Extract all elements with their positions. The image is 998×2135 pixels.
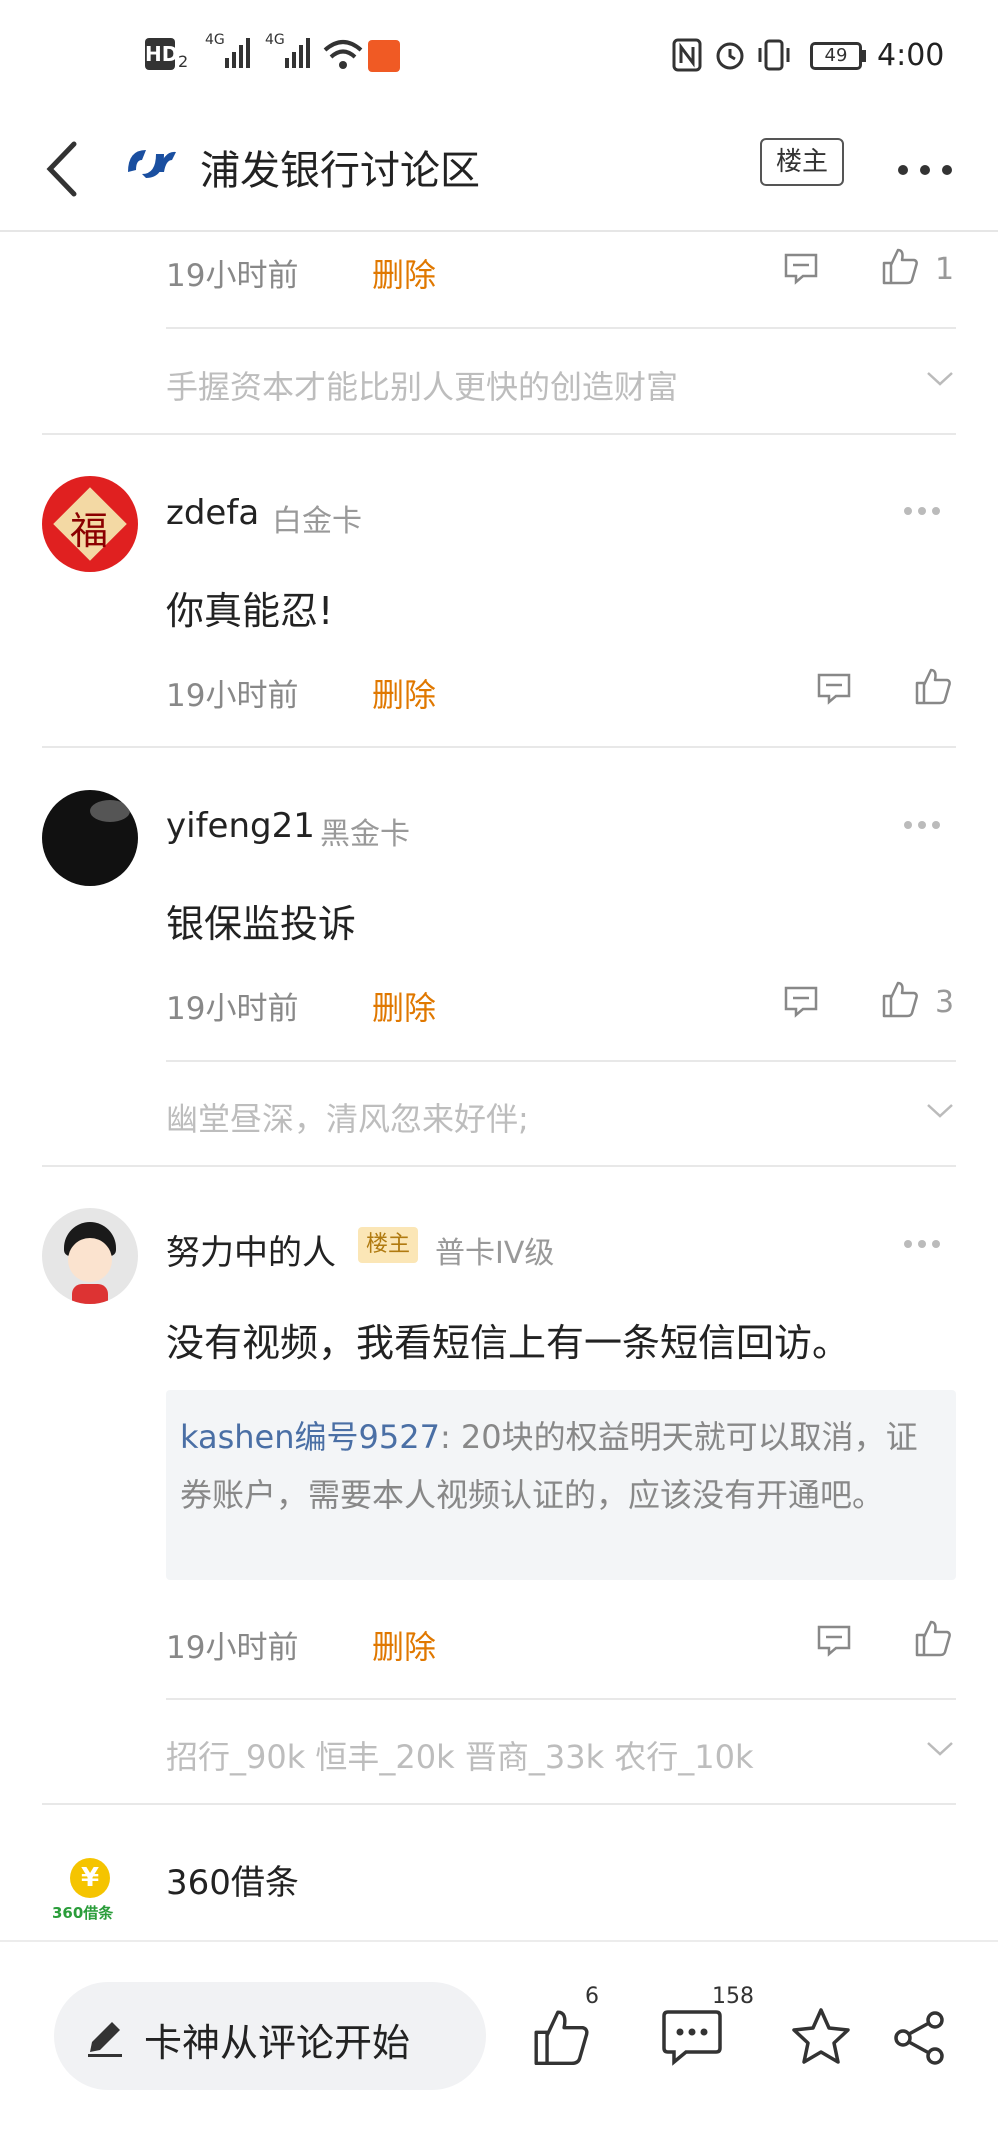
page-title: 浦发银行讨论区: [200, 148, 480, 194]
avatar-decoration: [90, 800, 130, 822]
divider: [166, 1698, 956, 1700]
avatar[interactable]: [42, 1208, 138, 1304]
comment-more-icon[interactable]: [902, 819, 942, 831]
comment-body: 银保监投诉: [166, 902, 357, 946]
comment-body: 你真能忍!: [166, 589, 334, 633]
wifi-icon: [322, 38, 364, 72]
username[interactable]: zdefa: [166, 493, 259, 533]
delete-button[interactable]: 删除: [372, 1622, 436, 1668]
delete-button[interactable]: 删除: [372, 250, 436, 296]
comment-body: 没有视频，我看短信上有一条短信回访。: [166, 1321, 851, 1365]
user-level-badge: 白金卡: [272, 504, 362, 539]
comment-more-icon[interactable]: [902, 505, 942, 517]
comment-time: 19小时前: [166, 991, 299, 1027]
yuan-icon: ¥: [70, 1858, 110, 1898]
user-signature: 招行_90k 恒丰_20k 晋商_33k 农行_10k: [166, 1738, 754, 1776]
avatar-face: [68, 1238, 112, 1282]
username[interactable]: yifeng21: [166, 806, 315, 846]
ad-title[interactable]: 360借条: [166, 1855, 299, 1904]
like-icon[interactable]: [913, 666, 953, 706]
share-icon[interactable]: [893, 2010, 947, 2066]
divider: [42, 433, 956, 435]
avatar-text: 福: [70, 509, 109, 553]
comment-icon[interactable]: [660, 2008, 724, 2068]
user-signature: 幽堂昼深，清风忽来好伴;: [166, 1100, 529, 1138]
quoted-username[interactable]: kashen编号9527: [180, 1418, 440, 1456]
comment-time: 19小时前: [166, 1630, 299, 1666]
username[interactable]: 努力中的人: [166, 1225, 336, 1274]
app-notification-icon: [368, 40, 400, 72]
avatar[interactable]: 福: [42, 476, 138, 572]
like-count: 3: [935, 985, 955, 1020]
nfc-icon: [672, 38, 702, 72]
owner-tag-badge: 楼主: [358, 1227, 419, 1263]
battery-icon: 49: [810, 42, 862, 70]
hd-icon: HD: [145, 38, 178, 70]
hd-sub: 2: [178, 52, 189, 71]
bottom-action-bar: 卡神从评论开始 6 158: [0, 1940, 998, 2135]
chevron-down-icon[interactable]: [925, 1740, 955, 1758]
user-level-badge: 普卡IV级: [435, 1236, 555, 1271]
comment-icon[interactable]: [816, 1624, 852, 1658]
chevron-down-icon[interactable]: [925, 370, 955, 388]
spdb-logo-icon: [124, 142, 178, 182]
divider: [42, 1165, 956, 1167]
like-count: 1: [935, 252, 955, 287]
ad-logo[interactable]: ¥ 360借条: [48, 1858, 132, 1930]
battery-tip: [862, 50, 866, 62]
alarm-icon: [713, 38, 747, 72]
comment-input[interactable]: 卡神从评论开始: [54, 1982, 486, 2090]
back-arrow-icon[interactable]: [40, 134, 90, 204]
divider: [166, 327, 956, 329]
avatar[interactable]: [42, 790, 138, 886]
pencil-icon: [82, 2014, 128, 2060]
delete-button[interactable]: 删除: [372, 670, 436, 716]
status-time: 4:00: [877, 38, 945, 73]
divider: [42, 1803, 956, 1805]
avatar-shirt: [72, 1284, 108, 1304]
signal-icon: 4G: [205, 32, 255, 72]
user-level-badge: 黑金卡: [320, 817, 410, 852]
status-bar: HD 2 4G 4G 49 4:00: [0, 0, 998, 110]
quoted-reply[interactable]: kashen编号9527: 20块的权益明天就可以取消，证券账户，需要本人视频认…: [166, 1390, 956, 1580]
like-icon[interactable]: [913, 1618, 953, 1658]
delete-button[interactable]: 删除: [372, 983, 436, 1029]
comment-time: 19小时前: [166, 678, 299, 714]
comment-count: 158: [712, 1984, 754, 2009]
top-navigation-bar: 浦发银行讨论区 楼主: [0, 110, 998, 232]
comment-more-icon[interactable]: [902, 1238, 942, 1250]
signal-icon-2: 4G: [265, 32, 315, 72]
comment-icon[interactable]: [783, 985, 819, 1019]
divider: [42, 746, 956, 748]
more-options-icon[interactable]: [895, 155, 955, 185]
user-signature: 手握资本才能比别人更快的创造财富: [166, 368, 679, 406]
like-icon[interactable]: [880, 979, 920, 1019]
like-icon[interactable]: [880, 246, 920, 286]
star-icon[interactable]: [790, 2006, 852, 2068]
comment-input-placeholder: 卡神从评论开始: [144, 2021, 411, 2065]
chevron-down-icon[interactable]: [925, 1102, 955, 1120]
owner-only-button[interactable]: 楼主: [760, 138, 844, 186]
like-icon[interactable]: [530, 2006, 592, 2068]
like-count: 6: [585, 1984, 599, 2009]
divider: [166, 1060, 956, 1062]
comment-icon[interactable]: [816, 672, 852, 706]
reply-time: 19小时前: [166, 258, 299, 294]
ad-logo-text: 360借条: [52, 1904, 114, 1922]
comment-icon[interactable]: [783, 252, 819, 286]
vibrate-icon: [756, 38, 792, 72]
